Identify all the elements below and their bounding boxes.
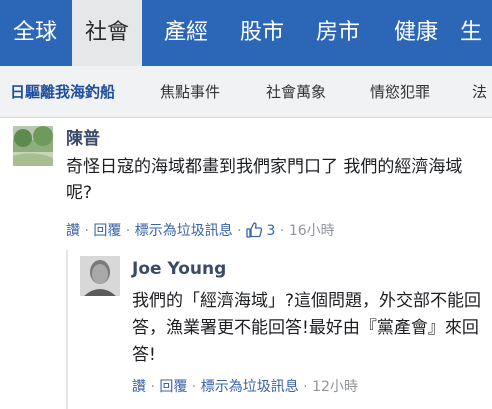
comment-actions: 讚 · 回覆 · 標示為垃圾訊息 · 3 · 16小時 (66, 220, 335, 242)
avatar[interactable] (13, 126, 53, 166)
top-nav: 全球 社會 產經 股市 房市 健康 生 (0, 0, 492, 66)
reply-report-spam-link[interactable]: 標示為垃圾訊息 (201, 379, 299, 395)
subnav-item-fishing-boat[interactable]: 日驅離我海釣船 (10, 66, 115, 117)
tab-housing[interactable]: 房市 (302, 0, 374, 66)
tab-health[interactable]: 健康 (380, 0, 452, 66)
reply-author[interactable]: Joe Young (132, 259, 226, 279)
reply-like-link[interactable]: 讚 (132, 379, 146, 395)
thumbs-up-icon[interactable] (246, 222, 263, 242)
tab-stocks[interactable]: 股市 (226, 0, 298, 66)
report-spam-link[interactable]: 標示為垃圾訊息 (135, 223, 233, 239)
reply-link[interactable]: 回覆 (93, 223, 121, 239)
reply-actions: 讚 · 回覆 · 標示為垃圾訊息 · 12小時 (132, 379, 358, 395)
landscape-avatar-image (13, 126, 53, 166)
sub-nav: 日驅離我海釣船 焦點事件 社會萬象 情慾犯罪 法 (0, 66, 492, 118)
portrait-avatar-image (80, 256, 120, 296)
reply-avatar[interactable] (80, 256, 120, 296)
subnav-item-society[interactable]: 社會萬象 (266, 66, 326, 117)
reply-reply-link[interactable]: 回覆 (159, 379, 187, 395)
reply-timestamp: 12小時 (312, 379, 358, 395)
subnav-item-law-partial[interactable]: 法 (472, 66, 487, 117)
comment-timestamp: 16小時 (288, 223, 335, 239)
tab-global[interactable]: 全球 (0, 0, 70, 66)
subnav-item-crime[interactable]: 情慾犯罪 (370, 66, 430, 117)
comment-text: 奇怪日寇的海域都畫到我們家門口了 我們的經濟海域呢? (66, 157, 463, 203)
reply-thread-line (66, 250, 68, 409)
comment-author[interactable]: 陳普 (66, 124, 100, 149)
tab-economy[interactable]: 產經 (150, 0, 222, 66)
like-link[interactable]: 讚 (66, 223, 80, 239)
reply-text: 我們的「經濟海域」?這個問題，外交部不能回答，漁業署更不能回答!最好由『黨產會』… (132, 291, 482, 365)
subnav-item-focus[interactable]: 焦點事件 (160, 66, 220, 117)
tab-society[interactable]: 社會 (72, 0, 142, 66)
tab-life-partial[interactable]: 生 (460, 0, 492, 66)
